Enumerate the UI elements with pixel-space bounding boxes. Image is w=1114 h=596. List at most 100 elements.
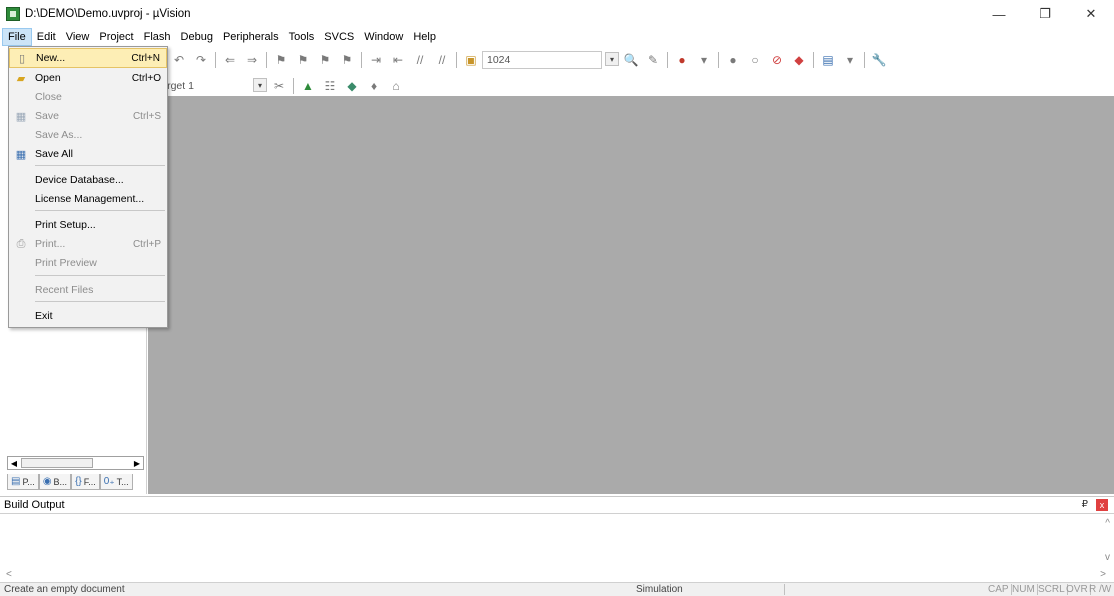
scroll-left-icon[interactable]: < [6,569,12,580]
menu-item-print-setup[interactable]: Print Setup... [9,215,167,235]
layout-dropdown-icon[interactable]: ▾ [842,52,858,68]
debug-dropdown-icon[interactable]: ▾ [696,52,712,68]
uncomment-icon[interactable]: // [434,52,450,68]
undo-icon[interactable]: ↶ [171,52,187,68]
select-packs-icon[interactable]: ◆ [344,78,360,94]
status-message: Create an empty document [4,584,125,595]
menu-item-save-all[interactable]: ▦ Save All [9,144,167,164]
disable-all-breakpoints-icon[interactable]: ⊘ [769,52,785,68]
status-rw: R /W [1089,584,1112,595]
find-combo-value: 1024 [487,54,511,66]
debug-session-icon[interactable]: ● [674,52,690,68]
menu-peripherals[interactable]: Peripherals [218,28,284,46]
project-panel-tabs: ▤ P... ◉ B... {} F... 0₊ T... [7,474,133,490]
menu-item-label: New... [36,52,66,64]
menu-item-shortcut: Ctrl+P [132,238,161,250]
menu-view[interactable]: View [61,28,95,46]
menu-item-exit[interactable]: Exit [9,306,167,326]
toolbar-separator [667,52,668,68]
navigate-forward-icon[interactable]: ⇒ [244,52,260,68]
restore-button[interactable]: ❐ [1022,0,1068,28]
menu-file[interactable]: File [2,28,32,46]
tab-templates[interactable]: 0₊ T... [99,474,133,490]
file-extensions-icon[interactable]: ☷ [322,78,338,94]
tab-project[interactable]: ▤ P... [7,474,39,490]
window-controls: — ❐ ✕ [976,0,1114,28]
breakpoint-icon[interactable]: ● [725,52,741,68]
toolbar-separator [718,52,719,68]
configure-icon[interactable]: 🔧 [871,52,887,68]
target-select[interactable]: Target 1 ▾ [152,77,268,95]
find-in-files-icon[interactable]: ▣ [463,52,479,68]
scroll-left-icon[interactable]: ◀ [8,457,20,469]
menu-project[interactable]: Project [94,28,138,46]
disable-breakpoint-icon[interactable]: ○ [747,52,763,68]
scroll-thumb[interactable] [21,458,93,468]
menu-item-license-management[interactable]: License Management... [9,189,167,209]
menu-item-shortcut: Ctrl+N [131,52,160,64]
tab-books[interactable]: ◉ B... [38,474,72,490]
project-hscrollbar[interactable]: ◀ ▶ [7,456,144,470]
menu-tools[interactable]: Tools [284,28,320,46]
close-button[interactable]: ✕ [1068,0,1114,28]
editor-area[interactable] [148,96,1114,494]
menu-edit[interactable]: Edit [32,28,61,46]
target-options-icon[interactable]: ✂ [271,78,287,94]
comment-icon[interactable]: // [412,52,428,68]
find-combo[interactable]: 1024 [482,51,602,69]
menu-item-device-database[interactable]: Device Database... [9,170,167,190]
menu-item-save[interactable]: ▦ Save Ctrl+S [9,106,167,126]
indent-icon[interactable]: ⇥ [368,52,384,68]
menu-item-open[interactable]: ▰ Open Ctrl+O [9,68,167,88]
find-icon[interactable]: 🔍 [623,52,639,68]
menu-item-save-as[interactable]: Save As... [9,125,167,145]
scroll-up-icon[interactable]: ^ [1105,518,1110,529]
build-toolbar: Target 1 ▾ ✂ ▲ ☷ ◆ ♦ ⌂ [152,74,407,98]
manage-run-time-icon[interactable]: ⌂ [388,78,404,94]
menu-debug[interactable]: Debug [176,28,218,46]
pack-installer-icon[interactable]: ♦ [366,78,382,94]
menu-item-close[interactable]: Close [9,87,167,107]
navigate-back-icon[interactable]: ⇐ [222,52,238,68]
chevron-down-icon: ▾ [253,78,267,92]
close-icon[interactable]: x [1096,499,1108,511]
menu-help[interactable]: Help [408,28,441,46]
find-combo-dropdown[interactable]: ▾ [602,51,620,69]
incremental-find-icon[interactable]: ✎ [645,52,661,68]
menu-item-label: Print... [35,238,66,250]
menu-separator [35,301,165,302]
unindent-icon[interactable]: ⇤ [390,52,406,68]
menu-item-label: Print Preview [35,257,97,269]
menu-item-label: Save [35,110,59,122]
menu-item-label: Open [35,72,61,84]
menu-item-recent-files[interactable]: Recent Files [9,280,167,300]
menu-window[interactable]: Window [359,28,408,46]
pin-icon[interactable]: ₽ [1082,499,1088,510]
menu-svcs[interactable]: SVCS [319,28,359,46]
redo-icon[interactable]: ↷ [193,52,209,68]
window-title: D:\DEMO\Demo.uvproj - µVision [25,8,191,20]
tab-templates-label: T... [116,476,129,487]
kill-breakpoints-icon[interactable]: ◆ [791,52,807,68]
build-output-text[interactable]: ^ v < > [0,513,1114,583]
file-menu-dropdown: ▯ New... Ctrl+N ▰ Open Ctrl+O Close ▦ Sa… [8,46,168,328]
clear-bookmarks-icon[interactable]: ⚑ [339,52,355,68]
status-cap: CAP [986,584,1012,595]
next-bookmark-icon[interactable]: ⚑ [317,52,333,68]
tab-functions[interactable]: {} F... [71,474,100,490]
window-layout-icon[interactable]: ▤ [820,52,836,68]
bookmark-icon[interactable]: ⚑ [273,52,289,68]
menu-flash[interactable]: Flash [139,28,176,46]
scroll-down-icon[interactable]: v [1105,552,1110,563]
menu-separator [35,210,165,211]
manage-components-icon[interactable]: ▲ [300,78,316,94]
menu-item-print-preview[interactable]: Print Preview [9,253,167,273]
scroll-right-icon[interactable]: > [1100,569,1106,580]
minimize-button[interactable]: — [976,0,1022,28]
scroll-right-icon[interactable]: ▶ [131,457,143,469]
prev-bookmark-icon[interactable]: ⚑ [295,52,311,68]
toolbar-separator [266,52,267,68]
menu-separator [35,165,165,166]
menu-item-new[interactable]: ▯ New... Ctrl+N [9,48,167,68]
menu-item-print[interactable]: ⎙ Print... Ctrl+P [9,234,167,254]
